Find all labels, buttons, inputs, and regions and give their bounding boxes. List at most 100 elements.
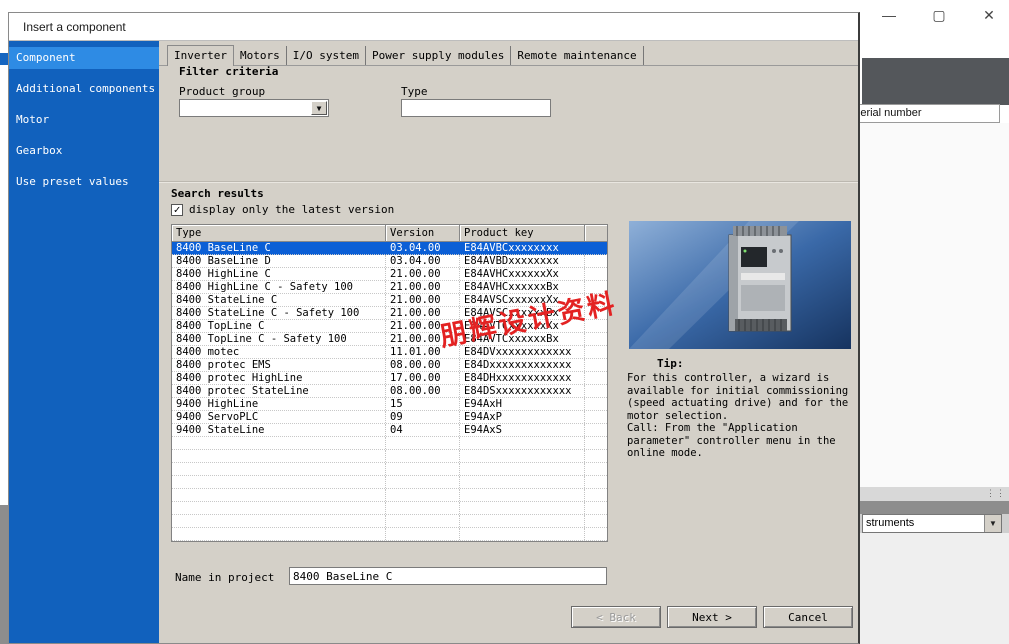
table-cell (585, 424, 607, 436)
section-divider (159, 181, 858, 183)
table-cell: 09 (386, 411, 460, 423)
table-cell: 8400 protec HighLine (172, 372, 386, 384)
table-row[interactable]: 8400 protec HighLine 17.00.00 E84DHxxxxxxx… (172, 372, 607, 385)
table-cell: 8400 StateLine C - Safety 100 (172, 307, 386, 319)
table-cell-empty (386, 515, 460, 527)
table-cell-empty (172, 450, 386, 462)
table-row[interactable]: 9400 StateLine 04 E94AxS (172, 424, 607, 437)
table-row-empty (172, 476, 607, 489)
column-header-type[interactable]: Type (172, 225, 386, 242)
column-header-extra[interactable] (585, 225, 607, 242)
table-row[interactable]: 9400 HighLine 15 E94AxH (172, 398, 607, 411)
table-cell: E84Dxxxxxxxxxxxxx (460, 359, 585, 371)
table-cell: 03.04.00 (386, 255, 460, 267)
table-cell: 8400 StateLine C (172, 294, 386, 306)
chevron-down-icon[interactable]: ▼ (984, 515, 1001, 532)
table-cell: 04 (386, 424, 460, 436)
table-cell: 8400 BaseLine D (172, 255, 386, 267)
table-cell-empty (386, 502, 460, 514)
tab-motors[interactable]: Motors (234, 46, 287, 65)
dialog-titlebar[interactable]: Insert a component (9, 13, 858, 41)
table-cell: 21.00.00 (386, 294, 460, 306)
column-header-version[interactable]: Version (386, 225, 460, 242)
table-row[interactable]: 8400 HighLine C - Safety 100 21.00.00 E84A… (172, 281, 607, 294)
table-cell-empty (172, 515, 386, 527)
table-cell: 9400 StateLine (172, 424, 386, 436)
latest-version-checkbox[interactable]: ✓ display only the latest version (171, 203, 394, 216)
table-cell-empty (460, 463, 585, 475)
name-in-project-input[interactable] (289, 567, 607, 585)
sidebar-item-component[interactable]: Component (9, 47, 159, 69)
sidebar-item-use-preset-values[interactable]: Use preset values (9, 171, 159, 193)
table-row[interactable]: 8400 protec StateLine 08.00.00 E84DSxxxxxx… (172, 385, 607, 398)
table-cell-empty (386, 450, 460, 462)
table-row[interactable]: 8400 BaseLine D 03.04.00 E84AVBDxxxxxxxx (172, 255, 607, 268)
table-cell (585, 255, 607, 267)
dialog-sidebar: Component Additional components Motor Gearb… (9, 41, 159, 643)
window-controls: — ▢ ✕ (875, 4, 1003, 26)
tab-remote-maintenance[interactable]: Remote maintenance (511, 46, 644, 65)
table-row[interactable]: 8400 TopLine C - Safety 100 21.00.00 E84AV… (172, 333, 607, 346)
table-cell: 8400 TopLine C - Safety 100 (172, 333, 386, 345)
table-cell-empty (460, 476, 585, 488)
table-cell: 8400 motec (172, 346, 386, 358)
table-cell-empty (386, 437, 460, 449)
sidebar-item-additional-components[interactable]: Additional components (9, 78, 159, 100)
tab-i-o-system[interactable]: I/O system (287, 46, 366, 65)
tab-inverter[interactable]: Inverter (167, 45, 234, 66)
column-header-product-key[interactable]: Product key (460, 225, 585, 242)
table-cell (585, 346, 607, 358)
serial-number-column-header[interactable]: Serial number (846, 104, 1000, 123)
table-cell: E84AVHCxxxxxxXx (460, 268, 585, 280)
product-group-dropdown[interactable]: ▼ (179, 99, 329, 117)
table-cell (585, 333, 607, 345)
table-row-empty (172, 515, 607, 528)
results-body: 8400 BaseLine C 03.04.00 E84AVBCxxxxxxxx 8… (172, 242, 607, 541)
dialog-buttons: < Back Next > Cancel (571, 606, 853, 628)
background-dropdown[interactable]: struments ▼ (862, 514, 1002, 533)
table-cell-empty (172, 476, 386, 488)
tab-strip: Inverter Motors I/O system Power supply mod… (159, 45, 858, 66)
table-cell: 03.04.00 (390, 242, 441, 254)
table-row[interactable]: 8400 motec 11.01.00 E84DVxxxxxxxxxxxx (172, 346, 607, 359)
table-row[interactable]: 9400 ServoPLC 09 E94AxP (172, 411, 607, 424)
table-cell (585, 359, 607, 371)
next-button[interactable]: Next > (667, 606, 757, 628)
type-input[interactable] (401, 99, 551, 117)
table-row[interactable]: 8400 BaseLine C 03.04.00 E84AVBCxxxxxxxx (172, 242, 607, 255)
background-combo-row: struments ▼ (860, 514, 1009, 533)
table-cell-empty (585, 515, 607, 527)
table-cell: E94AxH (460, 398, 585, 410)
table-cell (585, 411, 607, 423)
table-cell-empty (585, 437, 607, 449)
table-cell-empty (585, 476, 607, 488)
close-icon[interactable]: ✕ (975, 4, 1003, 26)
resize-grip-icon[interactable]: ⋮⋮ (986, 488, 1006, 499)
table-cell (585, 398, 607, 410)
table-cell: E84DVxxxxxxxxxxxx (460, 346, 585, 358)
checkbox-check-icon[interactable]: ✓ (171, 203, 183, 216)
table-cell-empty (172, 528, 386, 540)
sidebar-item-gearbox[interactable]: Gearbox (9, 140, 159, 162)
table-cell: 8400 protec EMS (172, 359, 386, 371)
back-button[interactable]: < Back (571, 606, 661, 628)
sidebar-item-motor[interactable]: Motor (9, 109, 159, 131)
table-cell: 08.00.00 (386, 359, 460, 371)
dialog-title: Insert a component (23, 19, 126, 34)
table-row[interactable]: 8400 protec EMS 08.00.00 E84Dxxxxxxxxxxxxx (172, 359, 607, 372)
table-row[interactable]: 8400 HighLine C 21.00.00 E84AVHCxxxxxxXx (172, 268, 607, 281)
table-row-empty (172, 502, 607, 515)
table-cell-empty (172, 489, 386, 501)
table-cell-empty (172, 437, 386, 449)
background-divider-dark (860, 501, 1009, 514)
tab-power-supply-modules[interactable]: Power supply modules (366, 46, 512, 65)
table-cell-empty (386, 476, 460, 488)
chevron-down-icon[interactable]: ▼ (311, 101, 327, 115)
minimize-icon[interactable]: — (875, 4, 903, 26)
table-cell: 9400 HighLine (172, 398, 386, 410)
product-image (629, 221, 851, 349)
table-cell (585, 385, 607, 397)
cancel-button[interactable]: Cancel (763, 606, 853, 628)
table-cell-empty (460, 450, 585, 462)
maximize-icon[interactable]: ▢ (925, 4, 953, 26)
